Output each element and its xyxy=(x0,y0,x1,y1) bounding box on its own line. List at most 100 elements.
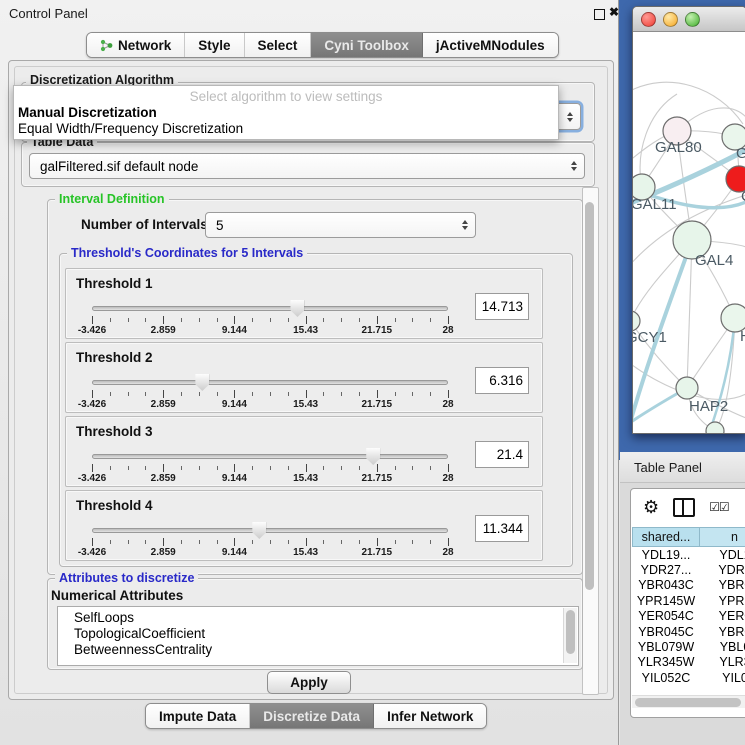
table-hscroll-thumb[interactable] xyxy=(635,698,741,707)
node-label: GCY1 xyxy=(633,329,667,346)
table-settings-gear-icon[interactable]: ⚙ xyxy=(643,498,659,516)
slider-track[interactable] xyxy=(92,528,448,533)
table-row[interactable]: YIL052CYIL0 xyxy=(632,670,745,685)
tick-mark xyxy=(359,318,360,322)
tab-impute-data[interactable]: Impute Data xyxy=(146,704,250,728)
number-of-intervals-select[interactable]: 5 xyxy=(205,212,476,238)
name-cell[interactable]: YBL0 xyxy=(700,639,745,654)
slider-thumb[interactable] xyxy=(195,374,209,391)
close-panel-icon[interactable]: ✖ xyxy=(609,5,619,19)
tick-mark xyxy=(430,466,431,470)
threshold-1-slider[interactable]: -3.4262.8599.14415.4321.71528 xyxy=(92,303,448,337)
threshold-1-value-field[interactable]: 14.713 xyxy=(475,293,529,320)
tick-mark xyxy=(128,318,129,322)
shared-name-cell[interactable]: YDR27... xyxy=(632,562,700,577)
tick-mark xyxy=(430,392,431,396)
table-row[interactable]: YER054CYER0 xyxy=(632,609,745,624)
shared-name-cell[interactable]: YBL079W xyxy=(632,639,700,654)
algorithm-option-manual[interactable]: Manual Discretization xyxy=(18,105,157,120)
shared-name-cell[interactable]: YLR345W xyxy=(632,655,700,670)
table-row[interactable]: YBR043CYBR0 xyxy=(632,578,745,593)
tick-mark xyxy=(306,464,307,472)
threshold-3-slider[interactable]: -3.4262.8599.14415.4321.71528 xyxy=(92,451,448,485)
name-cell[interactable]: YBR0 xyxy=(700,624,745,639)
attribute-item[interactable]: TopologicalCoefficient xyxy=(58,626,578,642)
network-nodes[interactable] xyxy=(633,117,745,433)
threshold-3-value-field[interactable]: 21.4 xyxy=(475,441,529,468)
network-canvas[interactable]: GAL80GACGAL11GAL4GCY1HHAP2 xyxy=(633,32,745,433)
shared-name-cell[interactable]: YPR145W xyxy=(632,593,700,608)
tick-mark xyxy=(92,538,93,546)
slider-track[interactable] xyxy=(92,306,448,311)
shared-name-cell[interactable]: YER054C xyxy=(632,609,700,624)
shared-name-cell[interactable]: YDL19... xyxy=(632,547,700,562)
apply-button[interactable]: Apply xyxy=(267,671,351,694)
node-label: HAP2 xyxy=(689,398,728,415)
name-cell[interactable]: YPR1 xyxy=(700,593,745,608)
tab-jactivemnodules[interactable]: jActiveMNodules xyxy=(423,33,558,57)
slider-thumb[interactable] xyxy=(366,448,380,465)
name-cell[interactable]: YDL1 xyxy=(700,547,745,562)
name-cell[interactable]: YER0 xyxy=(700,609,745,624)
table-row[interactable]: YBL079WYBL0 xyxy=(632,639,745,654)
tick-mark xyxy=(110,540,111,544)
name-cell[interactable]: YIL0 xyxy=(700,670,745,685)
attribute-item[interactable]: BetweennessCentrality xyxy=(58,642,578,658)
threshold-2-value-field[interactable]: 6.316 xyxy=(475,367,529,394)
tab-cyni-toolbox[interactable]: Cyni Toolbox xyxy=(311,33,423,57)
name-cell[interactable]: YBR0 xyxy=(700,578,745,593)
slider-ticks xyxy=(92,464,448,472)
slider-tick-labels: -3.4262.8599.14415.4321.71528 xyxy=(92,399,448,410)
network-window-titlebar[interactable] xyxy=(633,7,745,32)
name-cell[interactable]: YDR2 xyxy=(700,562,745,577)
table-row[interactable]: YPR145WYPR1 xyxy=(632,593,745,608)
shared-name-cell[interactable]: YBR045C xyxy=(632,624,700,639)
threshold-4-slider[interactable]: -3.4262.8599.14415.4321.71528 xyxy=(92,525,448,559)
main-vscroll-thumb[interactable] xyxy=(585,202,594,590)
slider-track[interactable] xyxy=(92,454,448,459)
slider-track[interactable] xyxy=(92,380,448,385)
select-columns-icon[interactable]: ☑☑ xyxy=(709,500,729,514)
slider-thumb[interactable] xyxy=(252,522,266,539)
tick-mark xyxy=(395,392,396,396)
table-horizontal-scrollbar[interactable] xyxy=(632,695,745,708)
numerical-attributes-list: SelfLoopsTopologicalCoefficientBetweenne… xyxy=(57,606,579,666)
shared-name-cell[interactable]: YBR043C xyxy=(632,578,700,593)
close-traffic-light[interactable] xyxy=(641,12,656,27)
tick-label: 28 xyxy=(442,547,453,558)
network-node[interactable] xyxy=(706,422,724,433)
table-row[interactable]: YDR27...YDR2 xyxy=(632,562,745,577)
tick-label: 9.144 xyxy=(222,399,247,410)
column-header-shared-name[interactable]: shared... xyxy=(632,527,700,547)
name-cell[interactable]: YLR3 xyxy=(700,655,745,670)
attribute-item[interactable]: SelfLoops xyxy=(58,610,578,626)
tab-infer-network[interactable]: Infer Network xyxy=(374,704,486,728)
table-row[interactable]: YBR045CYBR0 xyxy=(632,624,745,639)
attributes-list-scrollbar[interactable] xyxy=(563,608,577,663)
threshold-4-value-field[interactable]: 11.344 xyxy=(475,515,529,542)
network-node-gcy1[interactable] xyxy=(633,311,640,331)
zoom-traffic-light[interactable] xyxy=(685,12,700,27)
tab-network[interactable]: Network xyxy=(87,33,185,57)
tick-mark xyxy=(377,390,378,398)
minimize-traffic-light[interactable] xyxy=(663,12,678,27)
float-window-icon[interactable] xyxy=(594,9,605,20)
column-layout-icon[interactable] xyxy=(673,498,695,517)
threshold-2-slider[interactable]: -3.4262.8599.14415.4321.71528 xyxy=(92,377,448,411)
tab-discretize-data[interactable]: Discretize Data xyxy=(250,704,374,728)
algorithm-option-equal-width[interactable]: Equal Width/Frequency Discretization xyxy=(18,121,243,136)
tab-style[interactable]: Style xyxy=(185,33,244,57)
table-row[interactable]: YLR345WYLR3 xyxy=(632,655,745,670)
network-node-hap2[interactable] xyxy=(676,377,698,399)
node-label: GAL11 xyxy=(633,196,677,213)
tab-select[interactable]: Select xyxy=(245,33,312,57)
column-header-name[interactable]: n xyxy=(700,527,745,547)
attributes-scroll-thumb[interactable] xyxy=(566,610,575,654)
tick-mark xyxy=(448,316,449,324)
main-vertical-scrollbar[interactable] xyxy=(582,187,599,695)
shared-name-cell[interactable]: YIL052C xyxy=(632,670,700,685)
tick-mark xyxy=(288,466,289,470)
table-row[interactable]: YDL19...YDL1 xyxy=(632,547,745,562)
table-data-select[interactable]: galFiltered.sif default node xyxy=(29,153,585,179)
slider-thumb[interactable] xyxy=(290,300,304,317)
